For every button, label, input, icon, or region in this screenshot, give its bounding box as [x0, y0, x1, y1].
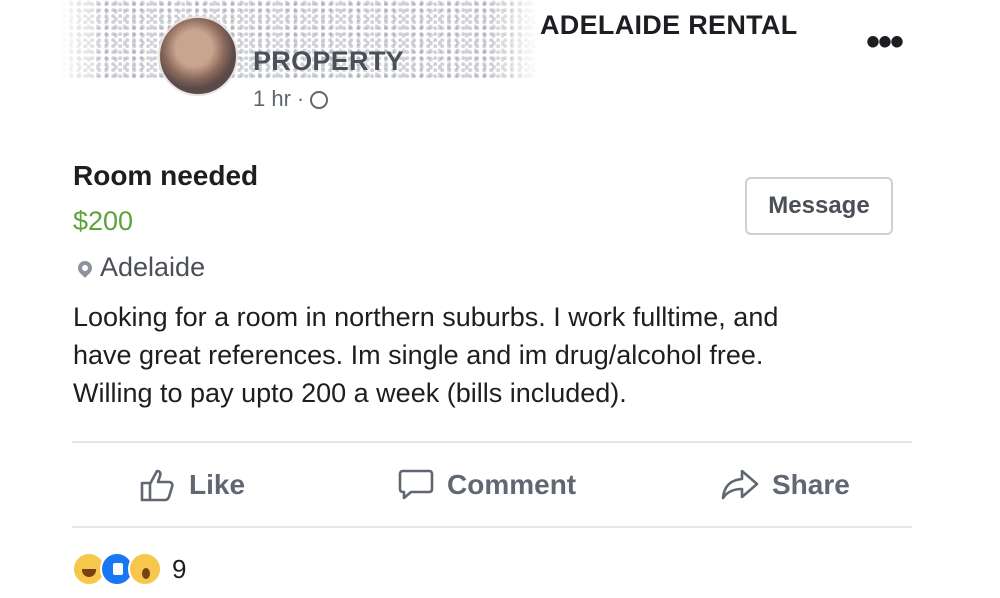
comment-label: Comment — [447, 469, 577, 500]
more-options-button[interactable]: ••• — [866, 22, 904, 62]
description-line: have great references. Im single and im … — [73, 340, 764, 370]
thumbs-up-icon — [140, 469, 174, 502]
globe-icon — [310, 91, 329, 109]
share-label: Share — [772, 469, 850, 500]
share-icon — [721, 469, 759, 500]
reaction-count[interactable]: 9 — [172, 554, 186, 585]
meta-separator: · — [296, 86, 305, 111]
description-line: Willing to pay upto 200 a week (bills in… — [73, 378, 627, 408]
listing-location: Adelaide — [75, 252, 206, 283]
message-button[interactable]: Message — [745, 177, 893, 235]
comment-icon — [398, 469, 434, 500]
group-name[interactable]: ADELAIDE RENTAL — [540, 10, 798, 41]
action-bar: Like Comment Share — [72, 443, 912, 527]
avatar[interactable] — [158, 16, 238, 96]
divider — [72, 526, 912, 528]
post-meta: 1 hr · — [253, 86, 329, 112]
reactions-summary[interactable]: 9 — [72, 552, 186, 586]
comment-button[interactable]: Comment — [397, 443, 576, 527]
like-label: Like — [189, 469, 246, 500]
listing-price: $200 — [73, 206, 134, 236]
description-line: Looking for a room in northern suburbs. … — [73, 302, 779, 332]
listing-description: Looking for a room in northern suburbs. … — [73, 298, 933, 412]
like-button[interactable]: Like — [139, 443, 245, 527]
wow-icon — [128, 552, 162, 586]
pin-icon — [75, 257, 95, 278]
location-label: Adelaide — [100, 252, 206, 282]
post-time[interactable]: 1 hr — [253, 86, 291, 112]
share-button[interactable]: Share — [720, 443, 850, 527]
group-name-line2[interactable]: PROPERTY — [253, 46, 404, 77]
listing-title: Room needed — [73, 160, 259, 191]
